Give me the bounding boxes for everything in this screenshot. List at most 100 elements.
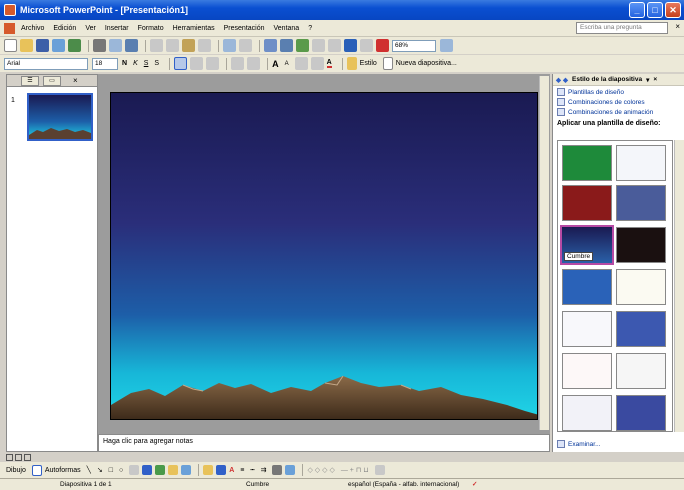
template-thumbnail[interactable] bbox=[562, 395, 612, 431]
format-painter-icon[interactable] bbox=[198, 39, 211, 52]
design-button[interactable]: Estilo bbox=[360, 60, 377, 67]
powerpoint-app-icon[interactable] bbox=[4, 4, 16, 16]
back-icon[interactable]: ◆ bbox=[556, 76, 561, 84]
template-thumbnail[interactable] bbox=[616, 269, 666, 305]
expand-all-icon[interactable] bbox=[328, 39, 341, 52]
template-thumbnail[interactable] bbox=[562, 353, 612, 389]
template-thumbnail[interactable] bbox=[616, 227, 666, 263]
underline-button[interactable]: S bbox=[144, 60, 149, 67]
tab-slides[interactable]: ▭ bbox=[43, 75, 61, 86]
copy-icon[interactable] bbox=[166, 39, 179, 52]
slides-pane-close-button[interactable]: × bbox=[73, 76, 78, 85]
font-size-select[interactable]: 18 bbox=[92, 57, 118, 70]
close-button[interactable]: ✕ bbox=[665, 2, 681, 18]
menu-ventana[interactable]: Ventana bbox=[274, 25, 300, 32]
fill-color-icon[interactable] bbox=[203, 465, 214, 475]
text-color-icon[interactable]: A bbox=[229, 467, 234, 474]
task-pane-close-icon[interactable]: × bbox=[653, 76, 657, 83]
template-thumbnail[interactable] bbox=[616, 311, 666, 347]
align-center-icon[interactable] bbox=[190, 57, 204, 70]
spelling-icon[interactable] bbox=[125, 39, 138, 52]
document-icon[interactable] bbox=[4, 22, 15, 34]
select-objects-icon[interactable] bbox=[31, 464, 42, 476]
help-icon[interactable] bbox=[440, 39, 453, 52]
task-pane-menu-icon[interactable]: ▾ bbox=[646, 76, 649, 84]
menu-edicion[interactable]: Edición bbox=[53, 25, 76, 32]
insert-table-icon[interactable] bbox=[280, 39, 293, 52]
menu-help[interactable]: ? bbox=[308, 25, 312, 32]
task-pane-title[interactable]: Estilo de la diapositiva bbox=[572, 76, 642, 83]
align-left-icon[interactable] bbox=[174, 57, 188, 70]
print-icon[interactable] bbox=[93, 39, 106, 52]
line-style-icon[interactable]: ≡ bbox=[240, 467, 244, 474]
template-thumbnail-cumbre[interactable]: Cumbre bbox=[560, 225, 614, 265]
menu-presentacion[interactable]: Presentación bbox=[224, 25, 265, 32]
dash-style-icon[interactable]: ┅ bbox=[250, 466, 254, 474]
draw-menu-button[interactable]: Dibujo bbox=[6, 467, 26, 474]
menu-archivo[interactable]: Archivo bbox=[21, 25, 44, 32]
template-thumbnail[interactable] bbox=[616, 185, 666, 221]
line-color-icon[interactable] bbox=[216, 465, 227, 475]
3d-style-icon[interactable] bbox=[285, 465, 296, 475]
line-icon[interactable]: ╲ bbox=[87, 466, 91, 474]
design-templates-link[interactable]: Plantillas de diseño bbox=[557, 88, 680, 96]
undo-icon[interactable] bbox=[223, 39, 236, 52]
menu-ver[interactable]: Ver bbox=[85, 25, 96, 32]
forward-icon[interactable]: ◆ bbox=[563, 76, 568, 84]
gallery-scrollbar[interactable] bbox=[674, 140, 684, 432]
permission-icon[interactable] bbox=[52, 39, 65, 52]
template-thumbnail[interactable] bbox=[562, 145, 612, 181]
decrease-indent-icon[interactable] bbox=[294, 57, 308, 70]
picture-icon[interactable] bbox=[181, 465, 192, 475]
show-formatting-icon[interactable] bbox=[344, 39, 357, 52]
slide-sorter-icon[interactable] bbox=[15, 453, 22, 461]
color-schemes-link[interactable]: Combinaciones de colores bbox=[557, 98, 680, 106]
align-tools-icon[interactable]: — + ⊓ ⊔ bbox=[341, 466, 369, 474]
arrow-style-icon[interactable]: ⇉ bbox=[261, 466, 267, 474]
font-select[interactable]: Arial bbox=[4, 57, 88, 70]
slide-canvas[interactable] bbox=[110, 92, 538, 420]
textbox-icon[interactable] bbox=[129, 465, 140, 475]
clipart-icon[interactable] bbox=[168, 465, 179, 475]
browse-link[interactable]: Examinar... bbox=[557, 440, 601, 448]
increase-indent-icon[interactable] bbox=[310, 57, 324, 70]
template-thumbnail[interactable] bbox=[616, 395, 666, 431]
paste-icon[interactable] bbox=[182, 39, 195, 52]
insert-picture-icon[interactable] bbox=[312, 39, 325, 52]
animation-tools-icon[interactable]: ◇ ◇ ◇ ◇ bbox=[307, 466, 334, 474]
tab-outline[interactable]: ☰ bbox=[21, 75, 39, 86]
shadow-style-icon[interactable] bbox=[272, 465, 283, 475]
zoom-select[interactable]: 68% bbox=[392, 39, 436, 52]
menu-herramientas[interactable]: Herramientas bbox=[173, 25, 215, 32]
diagram-icon[interactable] bbox=[155, 465, 166, 475]
print-preview-icon[interactable] bbox=[109, 39, 122, 52]
document-close-button[interactable]: × bbox=[675, 22, 680, 31]
open-icon[interactable] bbox=[20, 39, 33, 52]
redo-icon[interactable] bbox=[239, 39, 252, 52]
template-thumbnail[interactable] bbox=[562, 311, 612, 347]
save-icon[interactable] bbox=[36, 39, 49, 52]
animation-schemes-link[interactable]: Combinaciones de animación bbox=[557, 108, 680, 116]
bold-button[interactable]: N bbox=[122, 60, 127, 67]
align-right-icon[interactable] bbox=[206, 57, 220, 70]
italic-button[interactable]: K bbox=[133, 60, 138, 67]
rectangle-icon[interactable]: □ bbox=[109, 467, 113, 474]
oval-icon[interactable]: ○ bbox=[119, 467, 123, 474]
color-grayscale-icon[interactable] bbox=[376, 39, 389, 52]
more-buttons-icon[interactable] bbox=[374, 465, 385, 475]
autoshapes-button[interactable]: Autoformas bbox=[45, 467, 81, 474]
minimize-button[interactable]: _ bbox=[629, 2, 645, 18]
template-thumbnail[interactable] bbox=[616, 145, 666, 181]
cut-icon[interactable] bbox=[150, 39, 163, 52]
menu-formato[interactable]: Formato bbox=[138, 25, 164, 32]
slide-thumbnail[interactable] bbox=[27, 93, 93, 141]
email-icon[interactable] bbox=[68, 39, 81, 52]
font-color-button[interactable]: A bbox=[326, 59, 332, 68]
slideshow-icon[interactable] bbox=[24, 453, 31, 461]
insert-chart-icon[interactable] bbox=[264, 39, 277, 52]
insert-excel-icon[interactable] bbox=[296, 39, 309, 52]
template-thumbnail[interactable] bbox=[562, 269, 612, 305]
slide-vertical-scrollbar[interactable] bbox=[539, 76, 549, 430]
new-slide-button[interactable]: Nueva diapositiva... bbox=[396, 60, 457, 67]
arrow-icon[interactable]: ↘ bbox=[97, 466, 103, 474]
